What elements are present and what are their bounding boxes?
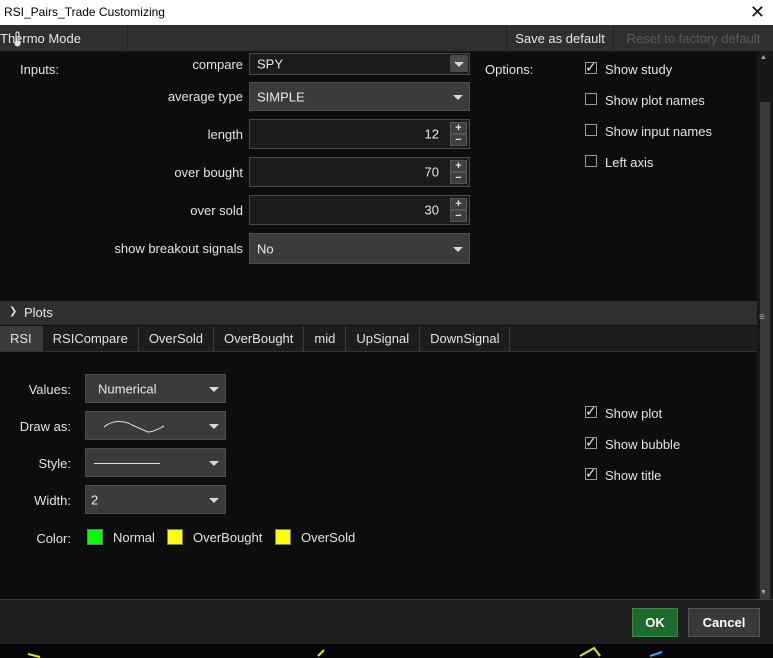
left-axis-label: Left axis: [605, 155, 654, 170]
scroll-down-icon[interactable]: ▼: [760, 589, 767, 596]
chevron-down-icon: ❯: [9, 306, 18, 317]
draw-as-label: Draw as:: [19, 419, 71, 434]
chevron-down-icon: [209, 386, 219, 392]
tab-upsignal[interactable]: UpSignal: [346, 326, 421, 351]
chevron-down-icon: [454, 61, 464, 67]
over-sold-decrement-button[interactable]: −: [450, 210, 467, 222]
length-value: 12: [424, 126, 439, 142]
compare-label: compare: [192, 57, 243, 72]
close-icon[interactable]: ✕: [750, 2, 765, 22]
chart-fragment-icon: [27, 646, 663, 658]
color-swatch-oversold[interactable]: [275, 529, 291, 545]
grip-icon: ≡: [759, 312, 765, 323]
cancel-button[interactable]: Cancel: [688, 608, 760, 637]
vertical-scrollbar[interactable]: ▲ ≡ ▼: [757, 52, 773, 622]
color-swatch-overbought[interactable]: [167, 529, 183, 545]
over-sold-increment-button[interactable]: +: [450, 198, 467, 210]
over-bought-increment-button[interactable]: +: [450, 160, 467, 172]
tab-overbought[interactable]: OverBought: [214, 326, 305, 351]
over-bought-input[interactable]: 70 + −: [249, 157, 470, 187]
compare-dropdown-button[interactable]: [450, 55, 468, 72]
window-titlebar: RSI_Pairs_Trade Customizing ✕: [0, 0, 773, 25]
show-title-label: Show title: [605, 468, 662, 483]
length-input[interactable]: 12 + −: [249, 119, 470, 149]
chevron-down-icon: [209, 460, 219, 466]
chevron-down-icon: [453, 94, 463, 100]
show-bubble-label: Show bubble: [605, 437, 681, 452]
color-oversold-label: OverSold: [301, 530, 356, 545]
tab-downsignal[interactable]: DownSignal: [420, 326, 511, 351]
style-select[interactable]: [85, 448, 226, 477]
thermo-mode-label: Thermo Mode: [0, 31, 81, 46]
tab-oversold[interactable]: OverSold: [139, 326, 215, 351]
style-label: Style:: [38, 456, 71, 471]
toolbar: Thermo Mode Save as default Reset to fac…: [0, 25, 773, 52]
plots-section-header[interactable]: ❯ Plots: [0, 301, 757, 325]
show-plot-label: Show plot: [605, 406, 663, 421]
values-select[interactable]: Numerical: [85, 374, 226, 403]
show-bubble-checkbox[interactable]: [585, 434, 597, 451]
plot-tabs: RSI RSICompare OverSold OverBought mid U…: [0, 326, 757, 352]
show-plot-checkbox[interactable]: [585, 403, 597, 420]
show-input-names-checkbox[interactable]: [585, 124, 597, 136]
average-type-label: average type: [167, 89, 243, 104]
length-decrement-button[interactable]: −: [450, 134, 467, 146]
color-label: Color:: [36, 531, 71, 546]
inputs-section-label: Inputs:: [20, 62, 60, 77]
values-value: Numerical: [98, 381, 157, 396]
chevron-down-icon: [209, 497, 219, 503]
width-value: 2: [91, 492, 99, 507]
color-overbought-label: OverBought: [193, 530, 263, 545]
tab-rsicompare[interactable]: RSICompare: [43, 326, 139, 351]
over-bought-value: 70: [424, 164, 439, 180]
thermo-mode-button[interactable]: Thermo Mode: [0, 25, 128, 52]
color-normal-label: Normal: [113, 530, 155, 545]
compare-value: SPY: [257, 56, 284, 72]
over-bought-label: over bought: [174, 165, 243, 180]
width-label: Width:: [34, 493, 71, 508]
show-plot-names-label: Show plot names: [605, 93, 705, 108]
show-study-checkbox[interactable]: [585, 59, 597, 76]
show-breakout-signals-label: show breakout signals: [114, 241, 243, 256]
compare-select[interactable]: SPY: [249, 53, 470, 75]
values-label: Values:: [28, 382, 71, 397]
length-increment-button[interactable]: +: [450, 122, 467, 134]
curve-line-icon: [103, 421, 165, 433]
save-as-default-button[interactable]: Save as default: [506, 25, 614, 52]
show-breakout-signals-value: No: [257, 241, 274, 256]
plots-section-label: Plots: [24, 305, 53, 320]
average-type-select[interactable]: SIMPLE: [249, 82, 470, 111]
show-study-label: Show study: [605, 62, 673, 77]
background-chart-strip: [0, 644, 773, 658]
solid-line-icon: [94, 463, 160, 464]
show-title-checkbox[interactable]: [585, 465, 597, 482]
average-type-value: SIMPLE: [257, 89, 305, 104]
scroll-up-icon[interactable]: ▲: [760, 54, 767, 61]
color-swatch-normal[interactable]: [87, 529, 103, 545]
options-section-label: Options:: [485, 62, 534, 77]
width-select[interactable]: 2: [85, 485, 226, 514]
over-sold-label: over sold: [190, 203, 243, 218]
over-sold-input[interactable]: 30 + −: [249, 195, 470, 225]
length-label: length: [207, 127, 243, 142]
ok-button[interactable]: OK: [632, 608, 678, 637]
chevron-down-icon: [453, 246, 463, 252]
over-bought-decrement-button[interactable]: −: [450, 172, 467, 184]
draw-as-select[interactable]: [85, 411, 226, 440]
window-title: RSI_Pairs_Trade Customizing: [4, 5, 165, 19]
over-sold-value: 30: [424, 202, 439, 218]
tab-rsi[interactable]: RSI: [0, 326, 43, 351]
show-breakout-signals-select[interactable]: No: [249, 233, 470, 264]
scrollbar-thumb[interactable]: [760, 102, 770, 622]
show-plot-names-checkbox[interactable]: [585, 93, 597, 105]
chevron-down-icon: [209, 423, 219, 429]
show-input-names-label: Show input names: [605, 124, 712, 139]
tab-mid[interactable]: mid: [304, 326, 347, 351]
left-axis-checkbox[interactable]: [585, 155, 597, 167]
reset-to-factory-default-button[interactable]: Reset to factory default: [614, 25, 773, 52]
